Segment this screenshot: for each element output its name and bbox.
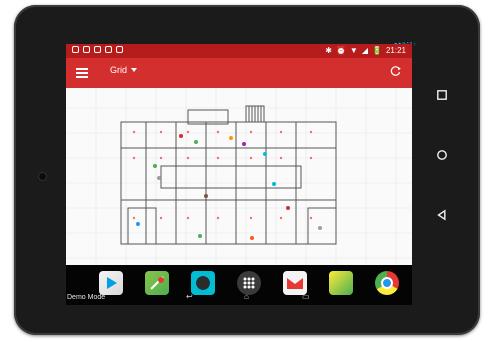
demo-mode-label: Demo Mode (67, 294, 106, 301)
notification-icon-5 (116, 46, 123, 53)
triangle-back-icon (437, 209, 446, 221)
battery-icon: 🔋 (372, 46, 382, 55)
bluetooth-icon: ✱ (325, 46, 332, 55)
view-title: Grid (110, 65, 128, 75)
alarm-icon: ⏰ (335, 46, 346, 55)
recent-apps-button[interactable] (428, 81, 456, 109)
square-icon (437, 90, 447, 100)
view-selector[interactable]: Grid (110, 65, 138, 75)
android-status-bar: ✱ ⏰ ▼ ◢ 🔋 21:21 (66, 44, 412, 58)
home-icon[interactable]: ⌂ (244, 292, 249, 301)
front-camera (39, 173, 46, 180)
back-button[interactable] (428, 201, 456, 229)
notification-icons (72, 46, 123, 53)
signal-icon: ◢ (361, 46, 368, 55)
home-button[interactable] (428, 141, 456, 169)
app-toolbar: Grid (66, 58, 412, 88)
notification-icon-2 (83, 46, 90, 53)
android-nav-bar (428, 77, 456, 247)
menu-icon[interactable] (76, 66, 88, 78)
status-right: ✱ ⏰ ▼ ◢ 🔋 21:21 (325, 46, 406, 55)
floor-plan-svg[interactable] (66, 88, 412, 265)
system-navigation: Demo Mode ↩ ⌂ ▭ (66, 292, 412, 310)
app-screen: ✱ ⏰ ▼ ◢ 🔋 21:21 Grid (66, 44, 412, 265)
chevron-down-icon (131, 68, 138, 72)
back-arrow-icon[interactable]: ↩ (186, 292, 193, 301)
notification-icon-1 (72, 46, 79, 53)
refresh-icon[interactable] (390, 65, 402, 77)
recents-icon[interactable]: ▭ (302, 292, 310, 301)
notification-icon-3 (94, 46, 101, 53)
floor-plan-map[interactable] (66, 88, 412, 265)
notification-icon-4 (105, 46, 112, 53)
wifi-icon: ▼ (349, 46, 358, 55)
clock: 21:21 (385, 46, 406, 55)
circle-icon (437, 150, 447, 160)
